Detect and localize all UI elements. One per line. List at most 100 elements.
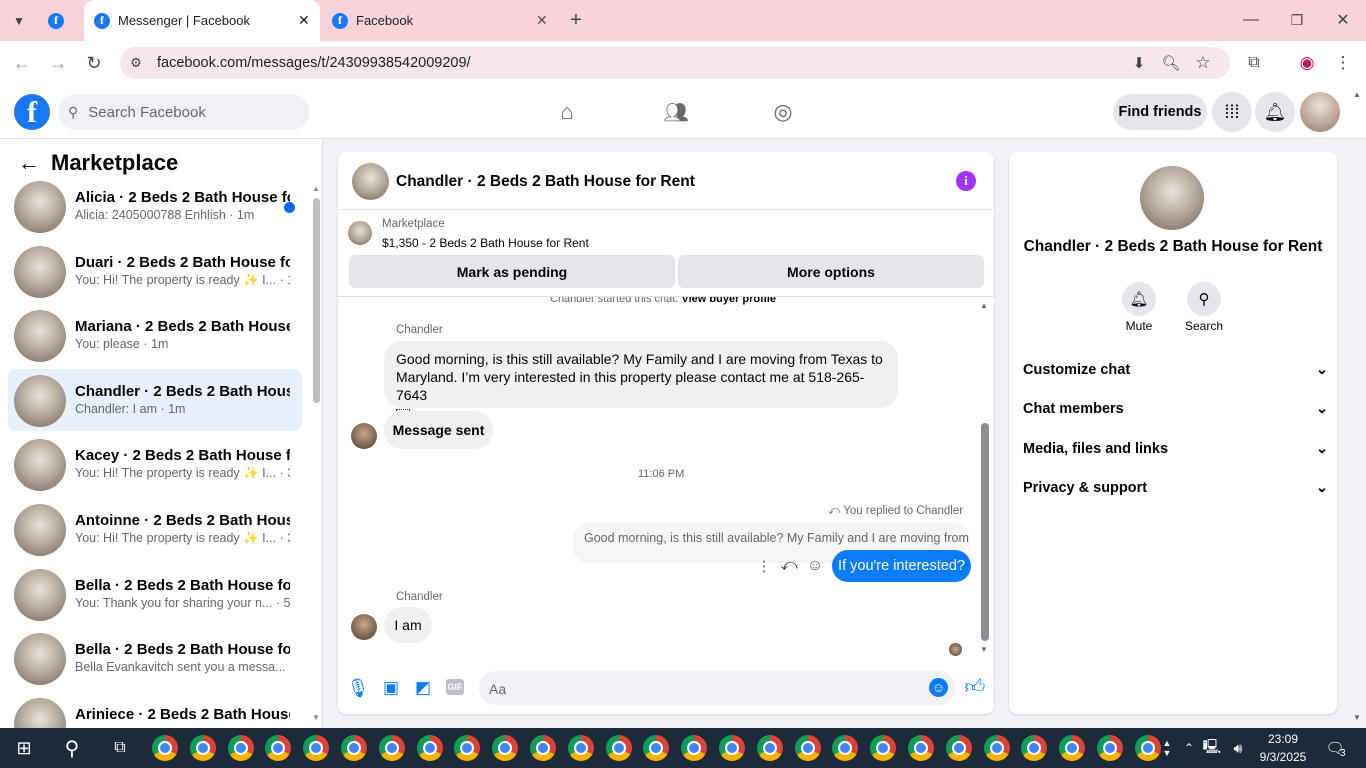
pinned-tab[interactable]: f [48,0,74,41]
scroll-down-icon[interactable]: ▼ [980,645,988,654]
close-window-icon[interactable]: ✕ [1332,9,1354,31]
microphone-icon[interactable]: 🎙︎ [347,678,370,698]
clock-time[interactable]: 23:09 [1254,732,1312,746]
chrome-taskbar-icon[interactable] [681,735,708,761]
volume-icon[interactable]: 🔊︎ [1228,738,1248,758]
details-avatar[interactable] [1140,166,1204,230]
page-scroll-up-icon[interactable]: ▲ [1353,90,1361,99]
task-view-icon[interactable]: ⧉ [108,736,132,760]
message-bubble[interactable]: I am [384,607,432,643]
windows-start-icon[interactable]: ⊞ [14,738,34,758]
tray-overflow-icon[interactable]: ⌃ [1182,738,1196,758]
message-input[interactable]: Aa [479,671,955,705]
search-input[interactable]: Search Facebook [88,104,206,121]
forward-icon[interactable]: → [46,52,70,74]
info-icon[interactable]: i [956,171,976,191]
chrome-taskbar-icon[interactable] [1134,735,1161,761]
listing-thumbnail[interactable] [348,221,372,245]
search-chat-icon[interactable]: ⚲ [1187,282,1221,316]
extensions-icon[interactable]: ⧉ [1243,52,1265,74]
tab-facebook[interactable]: f Facebook ✕ [324,0,554,41]
site-info-icon[interactable]: ⚙ [126,53,146,73]
message-bubble[interactable]: Good morning, is this still available? M… [384,341,898,421]
chrome-taskbar-icon[interactable] [1097,735,1123,761]
conversation-item[interactable]: Bella · 2 Beds 2 Bath House for ... You: … [8,563,302,625]
conversation-item[interactable]: Bella · 2 Beds 2 Bath House for ... Bella… [8,627,302,689]
chat-avatar[interactable] [352,163,389,200]
media-files-links-section[interactable]: Media, files and links ⌄ [1023,437,1328,461]
chrome-taskbar-icon[interactable] [303,735,330,761]
chrome-taskbar-icon[interactable] [189,735,216,761]
chrome-taskbar-icon[interactable] [983,735,1010,761]
chrome-taskbar-icon[interactable] [1059,735,1086,761]
notifications-bell-icon[interactable]: 🔔︎ [1255,92,1295,132]
scroll-up-icon[interactable]: ▲ [980,301,988,310]
conversation-item[interactable]: Duari · 2 Beds 2 Bath House for ... You: … [8,240,302,302]
install-app-icon[interactable]: ⬇ [1128,52,1150,74]
conversation-item[interactable]: Mariana · 2 Beds 2 Bath House f... You: p… [8,304,302,366]
scroll-up-icon[interactable]: ▲ [312,184,320,193]
clock-date[interactable]: 9/3/2025 [1254,750,1312,764]
back-arrow-icon[interactable]: ← [17,150,41,175]
sender-avatar[interactable] [351,614,377,640]
sticker-icon[interactable]: ◩ [414,678,432,698]
customize-chat-section[interactable]: Customize chat ⌄ [1023,358,1328,382]
emoji-icon[interactable]: ☺ [929,678,948,697]
conversation-item[interactable]: Alicia · 2 Beds 2 Bath House fo... Alicia… [8,175,302,237]
photo-icon[interactable]: ▣ [382,678,400,698]
scroll-down-icon[interactable]: ▼ [312,713,320,722]
new-tab-icon[interactable]: + [565,9,587,31]
close-tab-icon[interactable]: ✕ [536,12,548,29]
privacy-support-section[interactable]: Privacy & support ⌄ [1023,476,1328,500]
sender-avatar[interactable] [351,423,377,449]
restore-icon[interactable]: ❐ [1286,9,1308,31]
conversation-item[interactable]: Chandler · 2 Beds 2 Bath House ... Chandl… [8,369,302,431]
tab-search-icon[interactable]: ▼ [8,10,30,32]
listing-price[interactable]: $1,350 - 2 Beds 2 Bath House for Rent [382,236,589,250]
reply-arrow-icon[interactable]: ⤺ [779,556,799,576]
chat-title[interactable]: Chandler · 2 Beds 2 Bath House for Rent [396,173,695,191]
profile-icon[interactable]: ◉ [1296,52,1318,74]
thumbs-up-icon[interactable]: 👍︎ [964,675,986,699]
chrome-taskbar-icon[interactable] [719,735,745,761]
message-sent-bubble[interactable]: Message sent [384,411,493,449]
chrome-taskbar-icon[interactable] [378,735,405,761]
chrome-taskbar-icon[interactable] [605,735,632,761]
chrome-taskbar-icon[interactable] [530,735,556,761]
find-friends-button[interactable]: Find friends [1113,94,1207,130]
taskbar-scroll-icon[interactable]: ▲ ▼ [1160,730,1174,766]
chrome-menu-icon[interactable]: ⋮ [1332,52,1354,74]
conversation-item[interactable]: Antoinne · 2 Beds 2 Bath House ... You: H… [8,498,302,560]
chrome-taskbar-icon[interactable] [341,735,367,761]
chrome-taskbar-icon[interactable] [227,735,254,761]
chat-members-section[interactable]: Chat members ⌄ [1023,397,1328,421]
chrome-taskbar-icon[interactable] [567,735,594,761]
groups-icon[interactable]: ◎ [768,98,798,126]
mute-bell-icon[interactable]: 🔔︎ [1122,282,1156,316]
minimize-icon[interactable]: — [1240,9,1262,31]
view-buyer-profile-link[interactable]: View buyer profile [681,297,776,305]
friends-icon[interactable]: 👥︎ [660,98,692,126]
page-scroll-down-icon[interactable]: ▼ [1353,713,1361,722]
chrome-taskbar-icon[interactable] [908,735,934,761]
my-message-bubble[interactable]: If you're interested? [832,550,971,582]
chrome-taskbar-icon[interactable] [152,735,178,761]
chrome-taskbar-icon[interactable] [945,735,972,761]
thread-scrollbar[interactable] [981,423,989,641]
close-tab-icon[interactable]: ✕ [298,12,310,29]
react-emoji-icon[interactable]: ☺ [805,556,825,576]
home-icon[interactable]: ⌂ [552,98,582,126]
bookmark-star-icon[interactable]: ☆ [1192,52,1214,74]
menu-grid-icon[interactable]: ⁞⁞⁞ [1212,92,1252,132]
mark-as-pending-button[interactable]: Mark as pending [349,255,675,288]
conversation-item[interactable]: Kacey · 2 Beds 2 Bath House for... You: H… [8,433,302,495]
zoom-icon[interactable]: 🔍︎ [1160,52,1182,74]
chrome-taskbar-icon[interactable] [492,735,519,761]
reload-icon[interactable]: ↻ [82,52,106,74]
chrome-taskbar-icon[interactable] [756,735,783,761]
facebook-logo-icon[interactable]: f [14,94,50,130]
tab-messenger[interactable]: f Messenger | Facebook ✕ [84,0,320,41]
gif-icon[interactable]: GIF [446,679,464,695]
chrome-taskbar-icon[interactable] [870,735,897,761]
taskbar-search-icon[interactable]: ⚲ [60,736,84,760]
